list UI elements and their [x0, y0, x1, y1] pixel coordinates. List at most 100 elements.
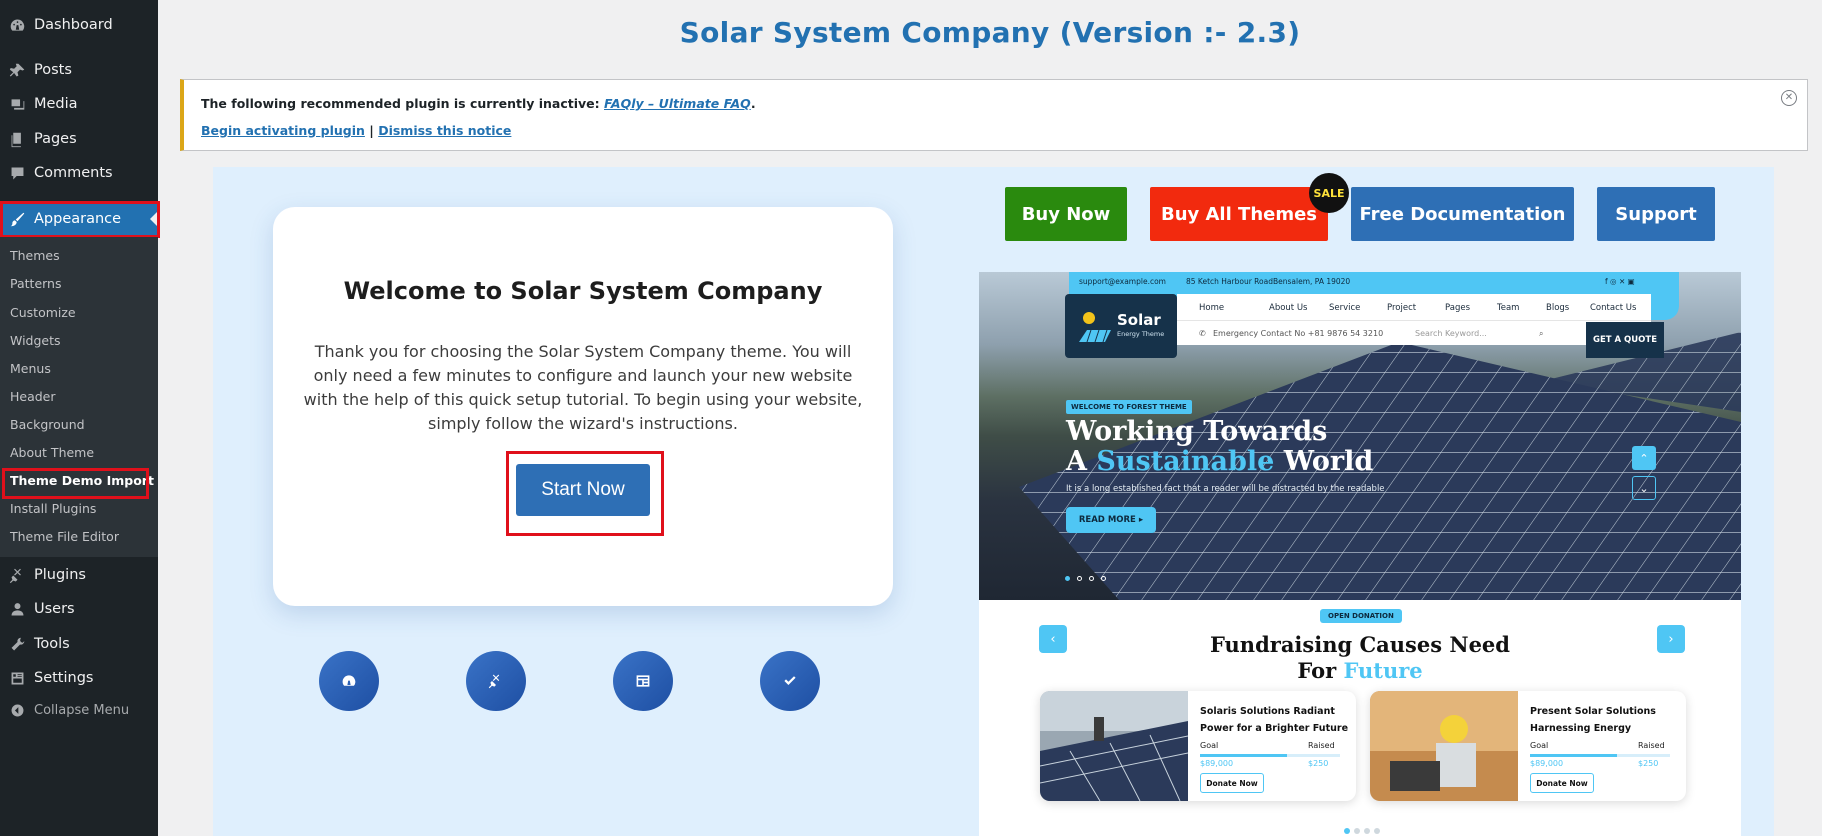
- submenu-menus[interactable]: Menus: [10, 361, 51, 376]
- pushpin-icon: [0, 62, 34, 79]
- slider-dot[interactable]: [1077, 576, 1082, 581]
- dashboard-icon[interactable]: [319, 651, 379, 711]
- submenu-background[interactable]: Background: [10, 417, 85, 432]
- nav-project[interactable]: Project: [1387, 303, 1416, 313]
- submenu-about-theme[interactable]: About Theme: [10, 445, 94, 460]
- menu-label: Tools: [34, 636, 70, 652]
- collapse-icon: [0, 702, 34, 719]
- menu-label: Media: [34, 96, 78, 112]
- cause-raised-label: Raised: [1638, 741, 1665, 750]
- search-icon[interactable]: ⌕: [1539, 329, 1543, 339]
- hero-line-1: Working Towards: [1066, 416, 1328, 447]
- cause-card: Solaris Solutions Radiant Power for a Br…: [1040, 691, 1356, 801]
- cause-progress: [1200, 754, 1340, 757]
- slide-up-icon[interactable]: ⌃: [1632, 446, 1656, 470]
- nav-about[interactable]: About Us: [1269, 303, 1307, 313]
- menu-posts[interactable]: Posts: [0, 57, 158, 83]
- arrow-right-icon: ▸: [1138, 515, 1144, 525]
- menu-users[interactable]: Users: [0, 596, 158, 622]
- fund-line-2: For Future: [979, 658, 1741, 684]
- collapse-menu[interactable]: Collapse Menu: [0, 698, 158, 722]
- donate-now-button[interactable]: Donate Now: [1530, 773, 1594, 793]
- preview-email: support@example.com: [1079, 277, 1166, 286]
- menu-label: Plugins: [34, 567, 86, 583]
- fund-line-1: Fundraising Causes Need: [1210, 632, 1510, 657]
- preview-logo: Solar Energy Theme: [1065, 294, 1177, 358]
- cause-title: Present Solar Solutions Harnessing Energ…: [1530, 706, 1656, 734]
- welcome-title: Welcome to Solar System Company: [343, 277, 823, 305]
- nav-team[interactable]: Team: [1497, 303, 1519, 313]
- cause-progress-fill: [1530, 754, 1617, 757]
- buy-all-themes-button[interactable]: Buy All Themes: [1150, 187, 1328, 241]
- welcome-card: Welcome to Solar System Company Thank yo…: [273, 207, 893, 606]
- submenu-patterns[interactable]: Patterns: [10, 276, 61, 291]
- nav-contact[interactable]: Contact Us: [1590, 303, 1636, 313]
- nav-home[interactable]: Home: [1199, 303, 1224, 313]
- menu-media[interactable]: Media: [0, 91, 158, 117]
- menu-label: Comments: [34, 165, 113, 181]
- menu-settings[interactable]: Settings: [0, 665, 158, 691]
- menu-pages[interactable]: Pages: [0, 126, 158, 152]
- fund-badge: OPEN DONATION: [1320, 609, 1402, 623]
- slide-down-icon[interactable]: ⌄: [1632, 476, 1656, 500]
- close-icon[interactable]: ✕: [1781, 90, 1797, 106]
- nav-blogs[interactable]: Blogs: [1546, 303, 1569, 313]
- menu-plugins[interactable]: Plugins: [0, 562, 158, 588]
- submenu-theme-file-editor[interactable]: Theme File Editor: [10, 529, 119, 544]
- plugin-icon[interactable]: [466, 651, 526, 711]
- comment-icon: [0, 165, 34, 182]
- admin-sidebar: Dashboard Posts Media Pages Comments App…: [0, 0, 160, 836]
- fund-heading: Fundraising Causes Need For Future: [979, 632, 1741, 684]
- nav-service[interactable]: Service: [1329, 303, 1360, 313]
- cause-goal-label: Goal: [1530, 741, 1549, 750]
- submenu-widgets[interactable]: Widgets: [10, 333, 61, 348]
- nav-pages[interactable]: Pages: [1445, 303, 1470, 313]
- dismiss-notice-link[interactable]: Dismiss this notice: [378, 123, 511, 138]
- pagination-dot[interactable]: [1374, 828, 1380, 834]
- fund-highlight: Future: [1343, 658, 1423, 683]
- buy-now-button[interactable]: Buy Now: [1005, 187, 1127, 241]
- submenu-customize[interactable]: Customize: [10, 305, 76, 320]
- page-title: Solar System Company (Version :- 2.3): [679, 16, 1301, 49]
- submenu-install-plugins[interactable]: Install Plugins: [10, 501, 96, 516]
- activate-plugin-link[interactable]: Begin activating plugin: [201, 123, 365, 138]
- support-button[interactable]: Support: [1597, 187, 1715, 241]
- menu-tools[interactable]: Tools: [0, 631, 158, 657]
- plugin-link[interactable]: FAQly – Ultimate FAQ: [604, 96, 751, 111]
- cause-raised-value: $250: [1638, 759, 1659, 768]
- prev-arrow-icon[interactable]: ‹: [1039, 625, 1067, 653]
- emergency-contact: Emergency Contact No +81 9876 54 3210: [1213, 329, 1384, 338]
- pages-icon: [0, 131, 34, 148]
- slider-dot[interactable]: [1101, 576, 1106, 581]
- logo-subtitle: Energy Theme: [1117, 330, 1165, 338]
- donate-now-button[interactable]: Donate Now: [1200, 773, 1264, 793]
- pagination-dot[interactable]: [1354, 828, 1360, 834]
- menu-dashboard[interactable]: Dashboard: [0, 12, 158, 38]
- submenu-header[interactable]: Header: [10, 389, 56, 404]
- menu-label: Users: [34, 601, 75, 617]
- preview-search[interactable]: Search Keyword...: [1415, 329, 1487, 338]
- collapse-label: Collapse Menu: [34, 702, 130, 718]
- wrench-icon: [0, 636, 34, 653]
- layout-icon[interactable]: [613, 651, 673, 711]
- next-arrow-icon[interactable]: ›: [1657, 625, 1685, 653]
- free-documentation-button[interactable]: Free Documentation: [1351, 187, 1574, 241]
- hero-text: It is a long established fact that a rea…: [1066, 484, 1385, 494]
- get-quote-button[interactable]: GET A QUOTE: [1586, 322, 1664, 358]
- cause-goal-value: $89,000: [1200, 759, 1234, 768]
- pagination-dot[interactable]: [1364, 828, 1370, 834]
- phone-icon: ✆: [1199, 329, 1206, 338]
- check-icon[interactable]: [760, 651, 820, 711]
- pagination-dot[interactable]: [1344, 828, 1350, 834]
- menu-comments[interactable]: Comments: [0, 160, 158, 186]
- notice-actions: Begin activating plugin | Dismiss this n…: [201, 123, 511, 138]
- theme-preview: support@example.com 85 Ketch Harbour Roa…: [979, 272, 1741, 836]
- submenu-themes[interactable]: Themes: [10, 248, 60, 263]
- cause-progress-fill: [1200, 754, 1287, 757]
- slider-dot[interactable]: [1089, 576, 1094, 581]
- slider-dot[interactable]: [1065, 576, 1070, 581]
- highlight-theme-demo-import: [2, 468, 149, 499]
- plugin-notice: The following recommended plugin is curr…: [180, 79, 1808, 151]
- notice-message: The following recommended plugin is curr…: [201, 96, 604, 111]
- read-more-button[interactable]: READ MORE ▸: [1066, 507, 1156, 533]
